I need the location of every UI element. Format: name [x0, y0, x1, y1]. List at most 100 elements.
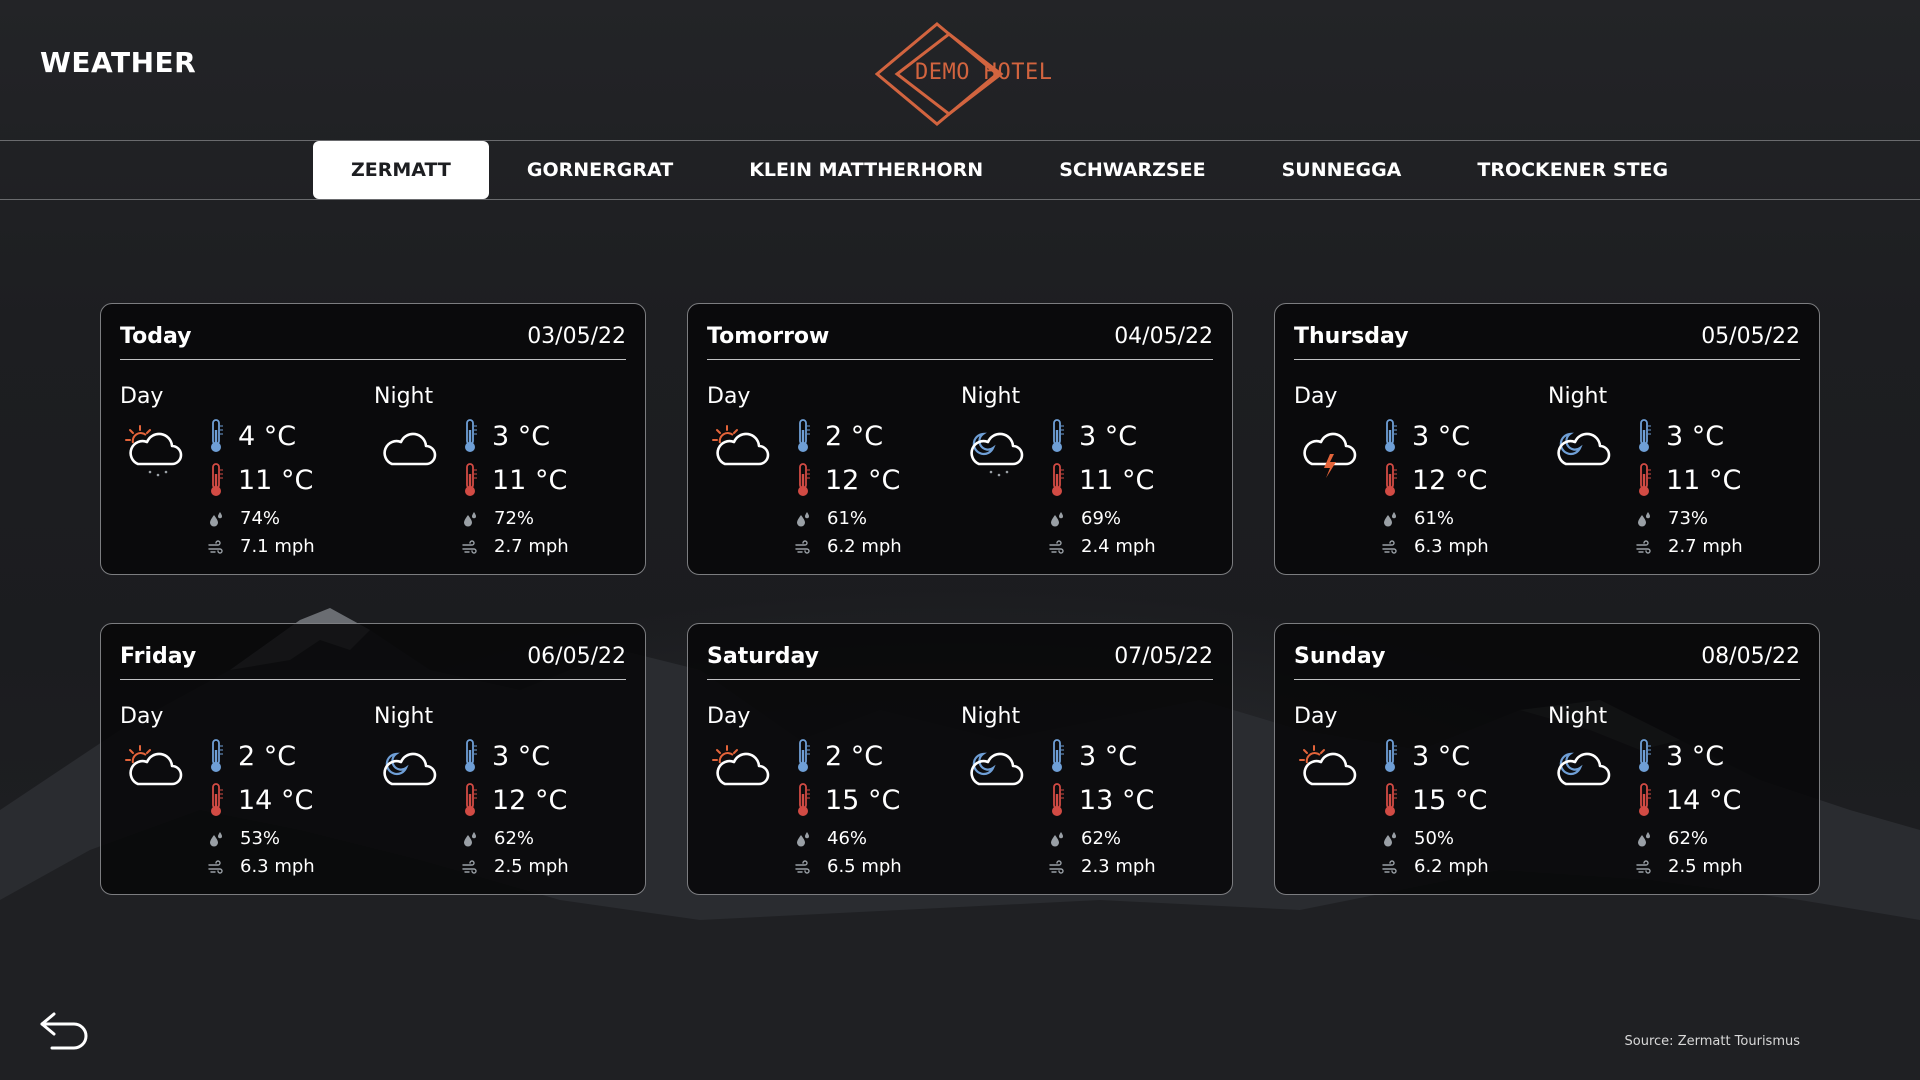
period-label: Night [1548, 384, 1608, 409]
wind-speed: 6.2 mph [827, 536, 902, 557]
tab-trockener-steg[interactable]: TROCKENER STEG [1439, 141, 1706, 199]
wind-row: 6.5 mph [795, 856, 902, 877]
tab-klein-mattherhorn[interactable]: KLEIN MATTHERHORN [711, 141, 1021, 199]
low-temp-row: 2 °C [208, 738, 296, 774]
humidity-icon [210, 831, 222, 846]
thermometer-icon [1639, 463, 1651, 496]
high-temperature: 15 °C [825, 784, 901, 816]
humidity-row: 62% [462, 828, 534, 849]
humidity-row: 73% [1636, 508, 1708, 529]
high-temp-row: 14 °C [1636, 782, 1741, 818]
low-temp-row: 3 °C [1049, 738, 1137, 774]
humidity-value: 61% [1414, 508, 1455, 529]
thermometer-icon [465, 463, 477, 496]
tab-zermatt[interactable]: ZERMATT [313, 141, 489, 199]
humidity-icon [1384, 831, 1396, 846]
card-header: Today 03/05/22 [120, 324, 626, 360]
wind-icon [795, 859, 810, 874]
high-temperature: 11 °C [1079, 464, 1155, 496]
forecast-date: 08/05/22 [1701, 644, 1800, 669]
low-temp-row: 3 °C [462, 738, 550, 774]
thermometer-icon [1052, 463, 1064, 496]
thermometer-icon [1385, 463, 1397, 496]
low-temp-row: 2 °C [795, 738, 883, 774]
moon-cloud-icon [1557, 752, 1611, 786]
tab-gornergrat[interactable]: GORNERGRAT [489, 141, 711, 199]
back-button[interactable] [38, 1008, 92, 1052]
thermometer-icon [1639, 783, 1651, 816]
wind-speed: 2.7 mph [1668, 536, 1743, 557]
wind-speed: 6.3 mph [240, 856, 315, 877]
moon-cloud-rain-icon [970, 432, 1024, 477]
high-temp-row: 15 °C [1382, 782, 1487, 818]
period-label: Day [707, 384, 751, 409]
wind-speed: 2.3 mph [1081, 856, 1156, 877]
wind-speed: 2.7 mph [494, 536, 569, 557]
day-forecast: Day 2 °C 15 °C 46% 6.5 mph [707, 704, 957, 884]
location-tab-bar: ZERMATT GORNERGRAT KLEIN MATTHERHORN SCH… [0, 140, 1920, 200]
wind-row: 2.3 mph [1049, 856, 1156, 877]
humidity-row: 62% [1049, 828, 1121, 849]
moon-cloud-icon [970, 752, 1024, 786]
high-temperature: 11 °C [1666, 464, 1742, 496]
high-temperature: 11 °C [238, 464, 314, 496]
humidity-row: 72% [462, 508, 534, 529]
logo-text: DEMO HOTEL [915, 60, 1053, 85]
wind-speed: 6.3 mph [1414, 536, 1489, 557]
wind-speed: 6.5 mph [827, 856, 902, 877]
thermometer-icon [798, 739, 810, 772]
thermometer-icon [1385, 419, 1397, 452]
wind-icon [795, 539, 810, 554]
humidity-value: 61% [827, 508, 868, 529]
high-temperature: 15 °C [1412, 784, 1488, 816]
thermometer-icon [798, 419, 810, 452]
wind-row: 2.7 mph [462, 536, 569, 557]
high-temperature: 11 °C [492, 464, 568, 496]
tab-schwarzsee[interactable]: SCHWARZSEE [1021, 141, 1243, 199]
day-name: Thursday [1294, 324, 1409, 349]
night-forecast: Night 3 °C 14 °C 62% 2.5 mph [1548, 704, 1798, 884]
thermometer-icon [1052, 739, 1064, 772]
period-label: Day [120, 384, 164, 409]
low-temp-row: 2 °C [795, 418, 883, 454]
source-credit: Source: Zermatt Tourismus [1624, 1034, 1800, 1049]
location-tabs: ZERMATT GORNERGRAT KLEIN MATTHERHORN SCH… [313, 141, 1706, 199]
back-arrow-icon [40, 1012, 88, 1050]
humidity-value: 72% [494, 508, 535, 529]
low-temp-row: 4 °C [208, 418, 296, 454]
page-title: WEATHER [40, 46, 197, 79]
thermometer-icon [465, 739, 477, 772]
low-temperature: 2 °C [238, 740, 297, 772]
hotel-logo: DEMO HOTEL [874, 20, 1052, 130]
low-temperature: 3 °C [492, 740, 551, 772]
card-header: Friday 06/05/22 [120, 644, 626, 680]
low-temp-row: 3 °C [1636, 418, 1724, 454]
humidity-icon [1638, 511, 1650, 526]
high-temperature: 14 °C [1666, 784, 1742, 816]
thermometer-icon [1639, 419, 1651, 452]
humidity-row: 50% [1382, 828, 1454, 849]
period-label: Day [1294, 704, 1338, 729]
thermometer-icon [211, 463, 223, 496]
low-temp-row: 3 °C [1049, 418, 1137, 454]
forecast-date: 06/05/22 [527, 644, 626, 669]
thermometer-icon [798, 463, 810, 496]
tab-sunnegga[interactable]: SUNNEGGA [1244, 141, 1440, 199]
card-header: Saturday 07/05/22 [707, 644, 1213, 680]
cloud-icon [383, 432, 437, 466]
thermometer-icon [1385, 739, 1397, 772]
wind-icon [1382, 539, 1397, 554]
thermometer-icon [211, 783, 223, 816]
humidity-icon [210, 511, 222, 526]
forecast-card-friday: Friday 06/05/22 Day 2 °C 14 °C 53% 6.3 mph Nigh… [100, 623, 646, 895]
wind-row: 6.2 mph [795, 536, 902, 557]
wind-icon [462, 539, 477, 554]
period-label: Day [707, 704, 751, 729]
low-temperature: 3 °C [492, 420, 551, 452]
wind-row: 2.5 mph [462, 856, 569, 877]
forecast-date: 07/05/22 [1114, 644, 1213, 669]
humidity-value: 46% [827, 828, 868, 849]
wind-row: 6.3 mph [1382, 536, 1489, 557]
thermometer-icon [1639, 739, 1651, 772]
humidity-value: 53% [240, 828, 281, 849]
